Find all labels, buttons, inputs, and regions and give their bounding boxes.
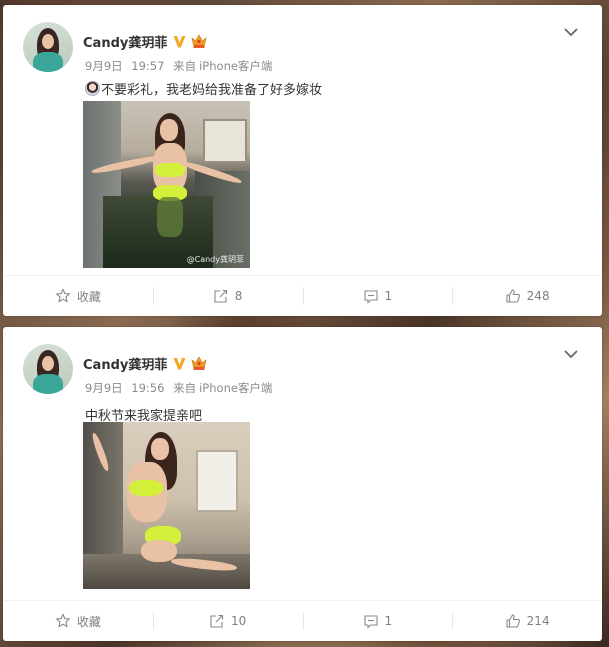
crown-badge-icon — [191, 356, 207, 370]
post-date[interactable]: 9月9日 — [85, 381, 123, 395]
like-icon — [506, 289, 520, 303]
repost-count: 10 — [230, 614, 247, 628]
comment-count: 1 — [384, 289, 393, 303]
repost-button[interactable]: 8 — [152, 276, 303, 316]
post-photo[interactable]: @Candy龚玥菲 — [83, 101, 250, 268]
favorite-label: 收藏 — [76, 289, 101, 304]
repost-button[interactable]: 10 — [152, 601, 303, 641]
like-button[interactable]: 248 — [452, 276, 602, 316]
comment-button[interactable]: 1 — [302, 601, 453, 641]
comment-icon — [363, 290, 378, 304]
star-icon — [55, 288, 71, 303]
post-time[interactable]: 19:56 — [131, 381, 164, 395]
like-icon — [506, 614, 520, 628]
post-source[interactable]: iPhone客户端 — [199, 381, 272, 395]
post-text: 不要彩礼，我老妈给我准备了好多嫁妆 — [85, 79, 322, 98]
post-meta: 9月9日 19:56 来自 iPhone客户端 — [85, 380, 272, 396]
repost-icon — [210, 614, 224, 628]
verified-v-icon — [173, 35, 186, 47]
like-button[interactable]: 214 — [452, 601, 602, 641]
weibo-post-card: Candy龚玥菲 9月9日 19:57 来自 iPhone客户端 不要彩礼，我老妈… — [3, 5, 602, 316]
repost-count: 8 — [234, 289, 243, 303]
action-bar: 收藏 8 1 248 — [3, 275, 602, 316]
like-count: 214 — [526, 614, 550, 628]
avatar[interactable] — [23, 22, 73, 72]
user-name[interactable]: Candy龚玥菲 — [83, 354, 167, 373]
avatar[interactable] — [23, 344, 73, 394]
sticker-icon — [85, 81, 100, 96]
repost-icon — [214, 289, 227, 303]
user-name[interactable]: Candy龚玥菲 — [83, 32, 167, 51]
weibo-post-card: Candy龚玥菲 9月9日 19:56 来自 iPhone客户端 中秋节来我家提亲… — [3, 327, 602, 641]
post-source[interactable]: iPhone客户端 — [199, 59, 272, 73]
user-name-row: Candy龚玥菲 — [83, 32, 208, 51]
favorite-label: 收藏 — [76, 614, 101, 629]
comment-icon — [363, 615, 378, 629]
comment-button[interactable]: 1 — [302, 276, 453, 316]
post-photo[interactable] — [83, 422, 250, 589]
source-prefix: 来自 — [173, 381, 197, 395]
chevron-down-icon[interactable] — [562, 23, 580, 41]
user-name-row: Candy龚玥菲 — [83, 354, 208, 373]
star-icon — [55, 613, 71, 628]
comment-count: 1 — [384, 614, 393, 628]
post-meta: 9月9日 19:57 来自 iPhone客户端 — [85, 58, 272, 74]
favorite-button[interactable]: 收藏 — [3, 601, 153, 641]
like-count: 248 — [526, 289, 550, 303]
photo-watermark: @Candy龚玥菲 — [186, 255, 244, 264]
crown-badge-icon — [191, 34, 207, 48]
post-date[interactable]: 9月9日 — [85, 59, 123, 73]
post-text-content: 不要彩礼，我老妈给我准备了好多嫁妆 — [101, 83, 323, 98]
action-bar: 收藏 10 1 214 — [3, 600, 602, 641]
source-prefix: 来自 — [173, 59, 197, 73]
chevron-down-icon[interactable] — [562, 345, 580, 363]
verified-v-icon — [173, 357, 186, 369]
post-time[interactable]: 19:57 — [131, 59, 164, 73]
favorite-button[interactable]: 收藏 — [3, 276, 153, 316]
